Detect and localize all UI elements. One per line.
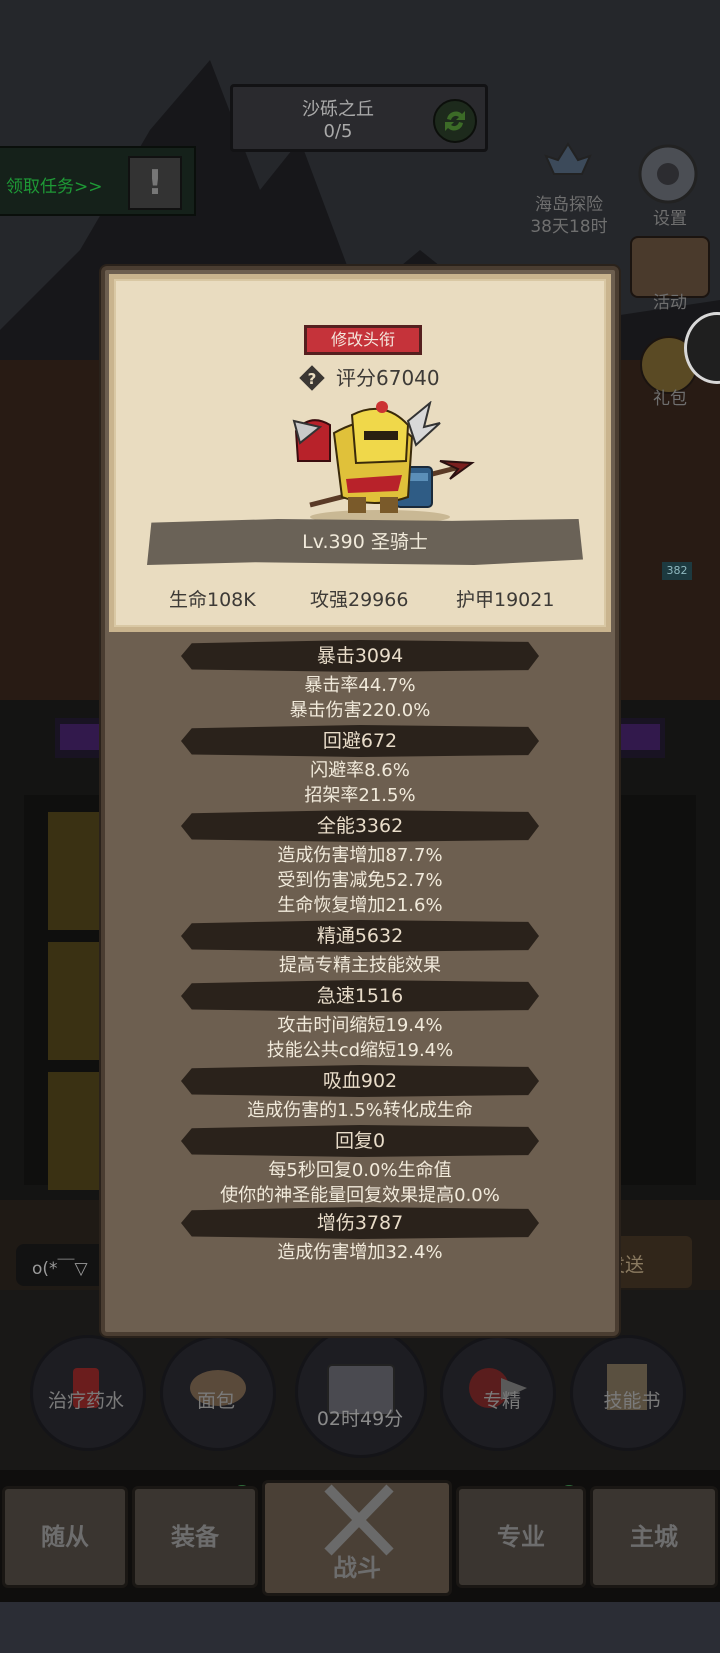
parry-rate: 招架率21.5%	[304, 785, 416, 806]
hp-stat: 生命108K	[169, 589, 256, 611]
leech-effect: 造成伤害的1.5%转化成生命	[247, 1100, 473, 1121]
tab-followers[interactable]: 随从	[2, 1486, 128, 1588]
treasure-chest-icon[interactable]	[295, 1326, 427, 1458]
rename-title-button[interactable]: 修改头衔	[304, 325, 422, 355]
gcd-reduction: 技能公共cd缩短19.4%	[266, 1040, 454, 1061]
stage-name: 沙砾之丘	[302, 99, 374, 120]
level-class-banner: Lv.390 圣骑士	[147, 519, 583, 565]
mastery-effect: 提高专精主技能效果	[279, 955, 441, 976]
activity-label: 活动	[653, 293, 687, 313]
paladin-character-sprite	[290, 400, 480, 529]
gear-icon[interactable]	[630, 140, 706, 210]
crit-header: 暴击3094	[181, 640, 539, 672]
regen-header: 回复0	[181, 1125, 539, 1157]
stage-progress: 0/5	[323, 121, 353, 142]
quest-label: 领取任务>>	[6, 177, 103, 197]
level-badge: 382	[662, 562, 692, 580]
question-icon[interactable]: ?	[297, 363, 327, 393]
crit-rate: 暴击率44.7%	[304, 675, 416, 696]
island-explore-icon[interactable]	[528, 140, 608, 190]
chat-input-preview[interactable]: o(*￣▽	[32, 1254, 88, 1279]
tab-equipment[interactable]: 装备	[132, 1486, 258, 1588]
stage-selector[interactable]: 沙砾之丘 0/5	[230, 84, 488, 152]
quest-tab[interactable]: 领取任务>> !	[0, 146, 196, 216]
regen-per-5s: 每5秒回复0.0%生命值	[268, 1160, 452, 1181]
exclamation-icon: !	[128, 156, 182, 210]
tab-profession[interactable]: 专业	[456, 1486, 586, 1588]
dodge-header: 回避672	[181, 725, 539, 757]
attack-power-stat: 攻强29966	[310, 589, 409, 611]
explore-timer: 38天18时	[530, 217, 608, 237]
chest-timer: 02时49分	[316, 1408, 404, 1430]
attack-time-reduction: 攻击时间缩短19.4%	[277, 1015, 443, 1036]
bread-label: 面包	[196, 1390, 235, 1412]
score-value: 评分67040	[336, 366, 440, 390]
damage-reduction: 受到伤害减免52.7%	[277, 870, 443, 891]
versatility-header: 全能3362	[181, 810, 539, 842]
leech-header: 吸血902	[181, 1065, 539, 1097]
haste-header: 急速1516	[181, 980, 539, 1012]
svg-text:?: ?	[308, 370, 317, 388]
damage-bonus-header: 增伤3787	[181, 1207, 539, 1239]
mastery-header: 精通5632	[181, 920, 539, 952]
armor-stat: 护甲19021	[456, 589, 555, 611]
crossed-swords-icon	[314, 1480, 404, 1560]
evade-rate: 闪避率8.6%	[310, 760, 410, 781]
damage-bonus-effect: 造成伤害增加32.4%	[277, 1242, 443, 1263]
damage-increase: 造成伤害增加87.7%	[277, 845, 443, 866]
character-card: 修改头衔 ? 评分67040 Lv.390 圣骑士 生命108K 攻强29966…	[109, 274, 611, 632]
settings-label: 设置	[653, 209, 687, 229]
crit-damage: 暴击伤害220.0%	[289, 700, 431, 721]
healing-increase: 生命恢复增加21.6%	[277, 895, 443, 916]
potion-label: 治疗药水	[47, 1390, 124, 1412]
tab-city[interactable]: 主城	[590, 1486, 718, 1588]
refresh-icon[interactable]	[433, 99, 477, 143]
skillbook-label: 技能书	[603, 1390, 661, 1412]
spec-label: 专精	[482, 1390, 521, 1412]
character-stats-panel: 修改头衔 ? 评分67040 Lv.390 圣骑士 生命108K 攻强29966…	[101, 266, 619, 1336]
gift-label: 礼包	[653, 389, 687, 409]
holy-power-regen: 使你的神圣能量回复效果提高0.0%	[220, 1185, 500, 1206]
